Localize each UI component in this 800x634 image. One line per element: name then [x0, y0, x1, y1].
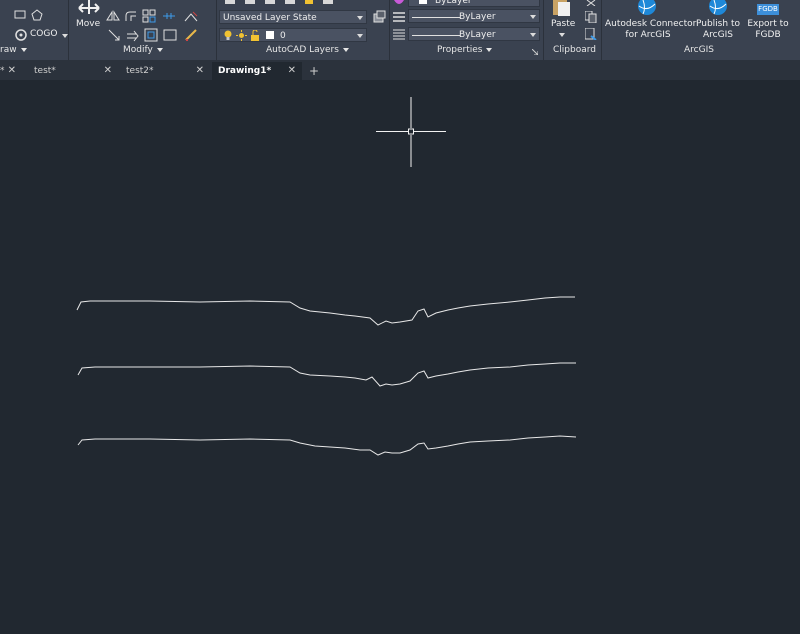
break-icon[interactable]: [163, 29, 177, 41]
copy-icon[interactable]: [585, 11, 597, 23]
crosshair-cursor: [376, 97, 446, 167]
sun-icon: [236, 30, 247, 41]
linetype-icon[interactable]: [393, 11, 405, 23]
polygon-icon[interactable]: [31, 9, 43, 21]
cut-icon[interactable]: [585, 0, 597, 6]
current-layer-value: 0: [280, 31, 286, 41]
connector-label-line1: Autodesk Connector: [605, 19, 697, 29]
tab-unnamed[interactable]: * ✕: [0, 62, 18, 80]
arcgis-panel-title: ArcGIS: [684, 45, 714, 55]
publish-globe-icon: [709, 0, 727, 15]
line-sample: [412, 17, 460, 18]
draw-order-icon[interactable]: [184, 28, 198, 42]
profile-polyline-3[interactable]: [77, 435, 577, 456]
draw-panel-title[interactable]: raw: [0, 45, 27, 55]
fillet-icon[interactable]: [124, 10, 138, 22]
autodesk-connector-button[interactable]: Autodesk Connector for ArcGIS: [605, 19, 696, 41]
color-swatch: [419, 0, 427, 4]
offset-icon[interactable]: [144, 28, 158, 42]
close-icon[interactable]: ✕: [8, 62, 16, 80]
close-icon[interactable]: ✕: [196, 62, 204, 80]
color-wheel-icon[interactable]: [393, 0, 405, 6]
panel-divider: [543, 0, 544, 60]
arcgis-globe-icon: [638, 0, 656, 15]
ribbon: COGO raw Move Modify Unsaved Layer State…: [0, 0, 800, 60]
cogo-button[interactable]: COGO: [30, 29, 57, 40]
layers-panel-title[interactable]: AutoCAD Layers: [266, 45, 349, 55]
stretch-icon[interactable]: [126, 28, 140, 42]
paste-button[interactable]: Paste: [551, 19, 575, 30]
tab-test2[interactable]: test2* ✕: [120, 62, 210, 80]
tab-label: *: [0, 66, 5, 76]
linetype-value: ByLayer: [459, 12, 496, 22]
rectangle-icon[interactable]: [14, 10, 26, 20]
lightbulb-icon: [224, 30, 232, 40]
chevron-down-icon: [357, 34, 363, 38]
erase-icon[interactable]: [184, 10, 198, 22]
move-button[interactable]: Move: [76, 19, 100, 30]
layer-state-dropdown[interactable]: Unsaved Layer State: [219, 10, 367, 24]
chevron-down-icon: [486, 47, 493, 52]
line-sample: [412, 35, 460, 36]
publish-to-arcgis-button[interactable]: Publish to ArcGIS: [694, 19, 742, 41]
lineweight-value: ByLayer: [459, 30, 496, 40]
tab-label: test*: [34, 66, 56, 76]
lineweight-dropdown[interactable]: ByLayer: [408, 27, 540, 41]
profile-polyline-1[interactable]: [76, 296, 575, 326]
mirror-icon[interactable]: [106, 10, 120, 22]
array-icon[interactable]: [142, 9, 156, 23]
chevron-down-icon: [530, 15, 536, 19]
scale-icon[interactable]: [107, 28, 121, 42]
export-label-line1: Export to: [747, 19, 789, 29]
drawing-canvas[interactable]: [0, 80, 800, 634]
new-tab-plus-icon[interactable]: +: [309, 62, 319, 80]
panel-divider: [601, 0, 602, 60]
close-icon[interactable]: ✕: [288, 62, 296, 80]
panel-divider: [68, 0, 69, 60]
dialog-launcher-icon[interactable]: [532, 49, 538, 55]
clipboard-panel-title: Clipboard: [553, 45, 596, 55]
current-layer-dropdown[interactable]: 0: [219, 28, 367, 42]
chevron-down-icon[interactable]: [559, 33, 565, 37]
cogo-icon: [15, 29, 27, 41]
chevron-down-icon: [357, 16, 363, 20]
lineweight-icon[interactable]: [393, 28, 405, 40]
color-dropdown[interactable]: ByLayer: [408, 0, 540, 7]
panel-divider: [216, 0, 217, 60]
fgdb-icon: FGDB: [757, 4, 779, 15]
chevron-down-icon: [20, 47, 27, 52]
publish-label-line2: ArcGIS: [703, 30, 733, 40]
match-properties-icon[interactable]: [585, 28, 597, 40]
tab-drawing1[interactable]: Drawing1* ✕: [212, 62, 302, 80]
export-to-fgdb-button[interactable]: Export to FGDB: [746, 19, 790, 41]
move-icon[interactable]: [77, 0, 101, 16]
profile-polyline-2[interactable]: [77, 362, 576, 387]
color-value: ByLayer: [435, 0, 472, 6]
export-label-line2: FGDB: [755, 30, 781, 40]
chevron-down-icon: [342, 47, 349, 52]
paste-icon[interactable]: [552, 0, 572, 16]
chevron-down-icon: [530, 33, 536, 37]
layer-tools-icon[interactable]: [223, 0, 343, 6]
publish-label-line1: Publish to: [696, 19, 740, 29]
layer-state-value: Unsaved Layer State: [223, 13, 317, 23]
modify-panel-title[interactable]: Modify: [123, 45, 163, 55]
tab-label: Drawing1*: [218, 66, 272, 76]
chevron-down-icon: [156, 47, 163, 52]
tab-test[interactable]: test* ✕: [28, 62, 118, 80]
unlock-icon: [251, 30, 259, 41]
layer-color-swatch: [266, 31, 274, 39]
properties-panel-title[interactable]: Properties: [437, 45, 493, 55]
linetype-dropdown[interactable]: ByLayer: [408, 9, 540, 23]
lengthen-icon[interactable]: [162, 11, 176, 21]
connector-label-line2: for ArcGIS: [625, 30, 671, 40]
tab-label: test2*: [126, 66, 154, 76]
layer-states-manager-icon[interactable]: [372, 10, 386, 24]
close-icon[interactable]: ✕: [104, 62, 112, 80]
panel-divider: [389, 0, 390, 60]
